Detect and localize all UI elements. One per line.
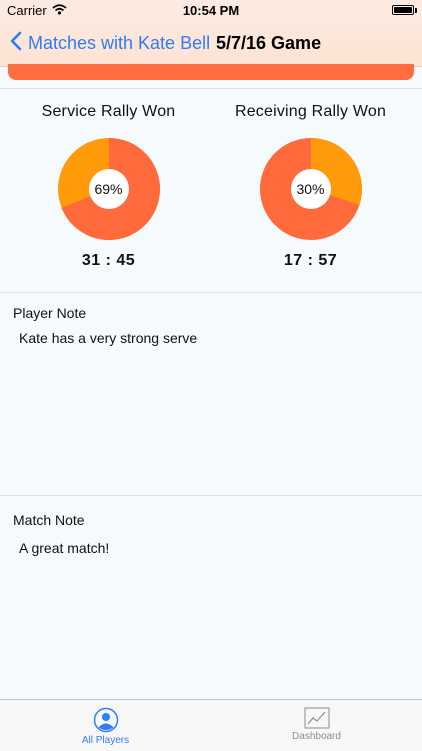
match-note-label: Match Note	[13, 512, 85, 528]
stat-title: Receiving Rally Won	[234, 103, 387, 120]
person-icon	[0, 707, 211, 733]
chart-icon	[211, 707, 422, 729]
clock: 10:54 PM	[182, 3, 240, 18]
navigation-header: Carrier 10:54 PM Matches with Kate Bell	[0, 0, 422, 67]
stat-score: 31 : 45	[81, 252, 136, 269]
nav-bar: Matches with Kate Bell 5/7/16 Game	[0, 22, 422, 66]
stat-score: 17 : 57	[283, 252, 338, 269]
divider	[0, 292, 422, 293]
donut-percent-label: 69%	[94, 181, 123, 197]
back-button-label: Matches with Kate Bell	[28, 33, 211, 53]
receiving-rally-stat: Receiving Rally Won 30% 17 : 57	[205, 100, 416, 270]
header-accent-strip	[8, 64, 414, 80]
tab-dashboard[interactable]: Dashboard	[211, 700, 422, 751]
status-bar: Carrier 10:54 PM	[0, 0, 422, 22]
stat-title: Service Rally Won	[41, 103, 176, 120]
player-note-label: Player Note	[13, 305, 87, 321]
tab-label: Dashboard	[292, 731, 341, 742]
back-button[interactable]: Matches with Kate Bell	[10, 31, 210, 56]
service-rally-stat: Service Rally Won 69% 31 : 45	[3, 100, 214, 270]
tab-bar: All Players Dashboard	[0, 699, 422, 751]
tab-all-players[interactable]: All Players	[0, 700, 211, 751]
page-title: 5/7/16 Game	[216, 33, 322, 53]
divider	[0, 88, 422, 89]
tab-label: All Players	[81, 735, 130, 746]
divider	[0, 495, 422, 496]
chevron-left-icon	[10, 31, 22, 56]
player-note-text[interactable]: Kate has a very strong serve	[19, 330, 197, 346]
service-rally-donut: 69%	[57, 138, 160, 240]
battery-icon	[392, 5, 417, 15]
donut-percent-label: 30%	[296, 181, 325, 197]
receiving-rally-donut: 30%	[259, 138, 362, 240]
match-note-text[interactable]: A great match!	[19, 540, 109, 556]
